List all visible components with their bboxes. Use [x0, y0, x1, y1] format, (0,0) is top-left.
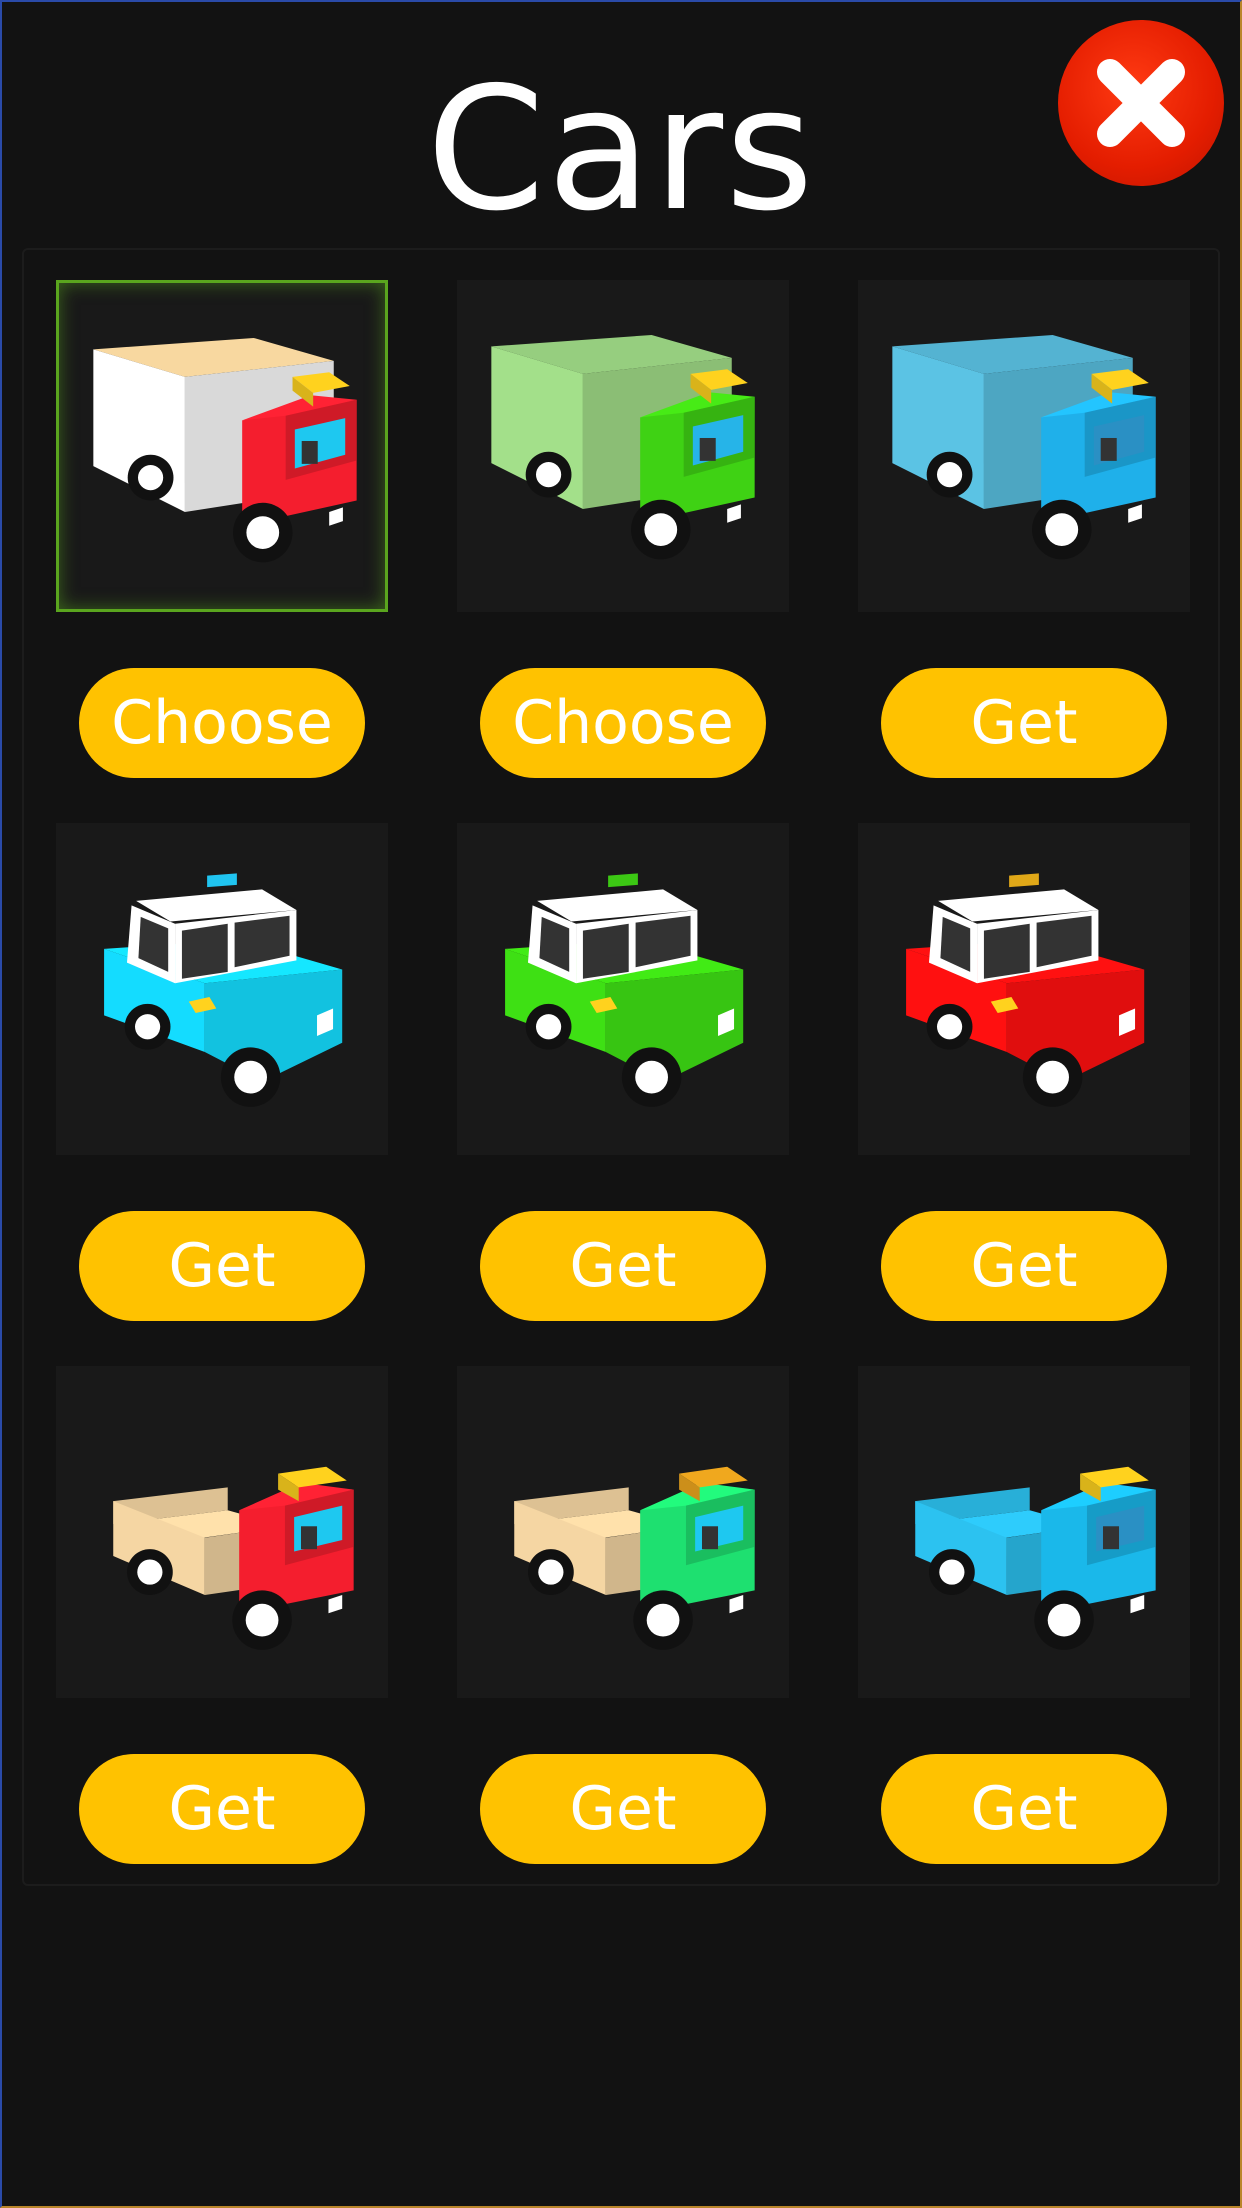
car-thumbnail[interactable]	[56, 1366, 388, 1698]
get-button[interactable]: Get	[881, 668, 1167, 778]
pickup-image	[113, 1466, 354, 1650]
truck-image	[491, 334, 755, 560]
truck-image	[93, 337, 357, 563]
car-thumbnail[interactable]	[56, 823, 388, 1155]
get-button[interactable]: Get	[480, 1754, 766, 1864]
close-button[interactable]	[1058, 20, 1224, 186]
car-thumbnail[interactable]	[457, 1366, 789, 1698]
get-button[interactable]: Get	[480, 1211, 766, 1321]
get-button[interactable]: Get	[881, 1754, 1167, 1864]
get-button[interactable]: Get	[881, 1211, 1167, 1321]
pickup-image	[915, 1466, 1156, 1650]
taxi-image	[104, 873, 343, 1107]
car-thumbnail[interactable]	[457, 280, 789, 612]
get-button[interactable]: Get	[79, 1211, 365, 1321]
car-thumbnail[interactable]	[457, 823, 789, 1155]
car-grid-panel: Choose Choose Get Get Get Get Get Get Ge…	[22, 248, 1220, 1886]
taxi-image	[505, 873, 744, 1107]
pickup-image	[514, 1466, 755, 1650]
choose-button[interactable]: Choose	[480, 668, 766, 778]
taxi-image	[906, 873, 1145, 1107]
close-icon	[1097, 59, 1185, 147]
car-thumbnail[interactable]	[56, 280, 388, 612]
choose-button[interactable]: Choose	[79, 668, 365, 778]
truck-image	[892, 334, 1156, 560]
get-button[interactable]: Get	[79, 1754, 365, 1864]
page-title: Cars	[426, 51, 816, 249]
car-thumbnail[interactable]	[858, 280, 1190, 612]
car-thumbnail[interactable]	[858, 1366, 1190, 1698]
car-thumbnail[interactable]	[858, 823, 1190, 1155]
